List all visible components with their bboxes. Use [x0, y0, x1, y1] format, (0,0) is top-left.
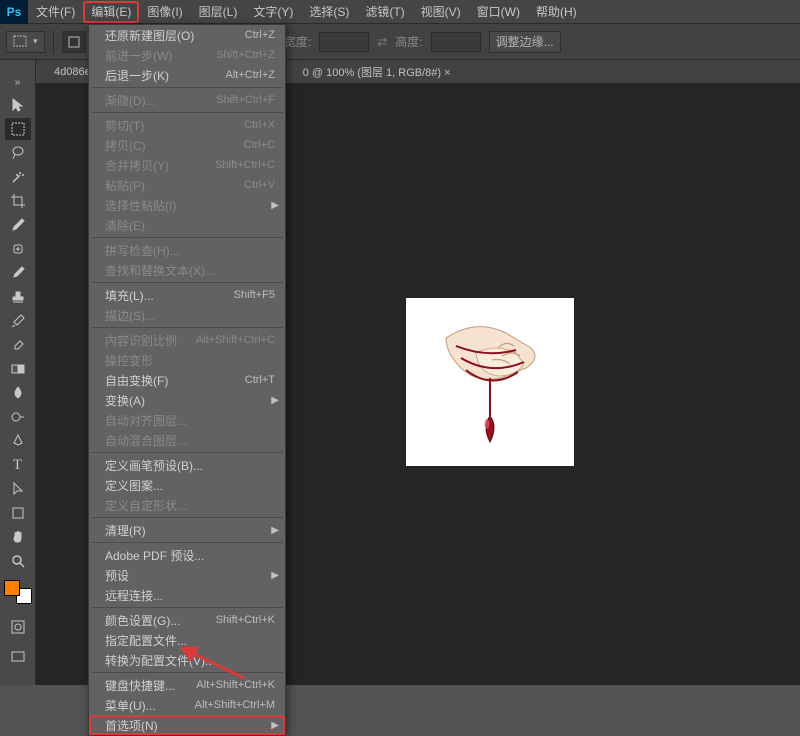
- color-swatch[interactable]: [4, 580, 32, 604]
- menu-文件(F)[interactable]: 文件(F): [28, 0, 83, 24]
- path-select-tool[interactable]: [5, 478, 31, 500]
- tool-panel: » T: [0, 60, 36, 685]
- height-label: 高度:: [395, 33, 422, 50]
- menuitem-清理(R)[interactable]: 清理(R)▶: [89, 520, 285, 540]
- menu-图像(I)[interactable]: 图像(I): [139, 0, 190, 24]
- menu-帮助(H)[interactable]: 帮助(H): [528, 0, 585, 24]
- menuitem-Adobe PDF 预设...[interactable]: Adobe PDF 预设...: [89, 545, 285, 565]
- width-input: [319, 32, 369, 52]
- menuitem-定义自定形状...: 定义自定形状...: [89, 495, 285, 515]
- screenmode-tool[interactable]: [5, 646, 31, 668]
- menuitem-操控变形: 操控变形: [89, 350, 285, 370]
- menu-bar: Ps 文件(F)编辑(E)图像(I)图层(L)文字(Y)选择(S)滤镜(T)视图…: [0, 0, 800, 24]
- app-logo: Ps: [0, 0, 28, 24]
- menuitem-预设[interactable]: 预设▶: [89, 565, 285, 585]
- menu-编辑(E)[interactable]: 编辑(E): [83, 1, 139, 23]
- menu-separator: [91, 87, 283, 88]
- brush-tool[interactable]: [5, 262, 31, 284]
- menuitem-内容识别比例: 内容识别比例Alt+Shift+Ctrl+C: [89, 330, 285, 350]
- marquee-tool[interactable]: [5, 118, 31, 140]
- collapse-tools-icon[interactable]: »: [8, 76, 28, 88]
- height-input: [431, 32, 481, 52]
- menuitem-拼写检查(H)...: 拼写检查(H)...: [89, 240, 285, 260]
- menu-separator: [91, 282, 283, 283]
- menuitem-描边(S)...: 描边(S)...: [89, 305, 285, 325]
- zoom-tool[interactable]: [5, 550, 31, 572]
- marquee-tool-preset[interactable]: ▾: [6, 31, 45, 53]
- stamp-tool[interactable]: [5, 286, 31, 308]
- menuitem-前进一步(W): 前进一步(W)Shift+Ctrl+Z: [89, 45, 285, 65]
- shape-tool[interactable]: [5, 502, 31, 524]
- crop-tool[interactable]: [5, 190, 31, 212]
- menu-separator: [91, 327, 283, 328]
- menu-separator: [91, 452, 283, 453]
- refine-edge-button[interactable]: 调整边缘...: [489, 31, 561, 53]
- menuitem-自由变换(F)[interactable]: 自由变换(F)Ctrl+T: [89, 370, 285, 390]
- menuitem-渐隐(D)...: 渐隐(D)...Shift+Ctrl+F: [89, 90, 285, 110]
- marquee-icon: [13, 35, 29, 49]
- blur-tool[interactable]: [5, 382, 31, 404]
- width-label: 宽度:: [284, 33, 311, 50]
- menu-separator: [91, 112, 283, 113]
- menuitem-菜单(U)...[interactable]: 菜单(U)...Alt+Shift+Ctrl+M: [89, 695, 285, 715]
- menuitem-合并拷贝(Y): 合并拷贝(Y)Shift+Ctrl+C: [89, 155, 285, 175]
- gradient-tool[interactable]: [5, 358, 31, 380]
- healing-tool[interactable]: [5, 238, 31, 260]
- canvas-image: [406, 298, 574, 466]
- menuitem-自动混合图层...: 自动混合图层...: [89, 430, 285, 450]
- menuitem-定义图案...[interactable]: 定义图案...: [89, 475, 285, 495]
- menuitem-填充(L)...[interactable]: 填充(L)...Shift+F5: [89, 285, 285, 305]
- menuitem-首选项(N)[interactable]: 首选项(N)▶: [89, 715, 285, 735]
- menu-滤镜(T)[interactable]: 滤镜(T): [357, 0, 412, 24]
- menuitem-自动对齐图层...: 自动对齐图层...: [89, 410, 285, 430]
- menu-items: 文件(F)编辑(E)图像(I)图层(L)文字(Y)选择(S)滤镜(T)视图(V)…: [28, 0, 585, 24]
- menuitem-远程连接...[interactable]: 远程连接...: [89, 585, 285, 605]
- menu-图层(L)[interactable]: 图层(L): [191, 0, 246, 24]
- menuitem-粘贴(P): 粘贴(P)Ctrl+V: [89, 175, 285, 195]
- swap-icon: ⇄: [377, 35, 387, 49]
- menuitem-后退一步(K)[interactable]: 后退一步(K)Alt+Ctrl+Z: [89, 65, 285, 85]
- menuitem-变换(A)[interactable]: 变换(A)▶: [89, 390, 285, 410]
- move-tool[interactable]: [5, 94, 31, 116]
- sel-new[interactable]: [62, 31, 86, 53]
- menu-窗口(W)[interactable]: 窗口(W): [469, 0, 528, 24]
- menuitem-清除(E): 清除(E): [89, 215, 285, 235]
- menuitem-剪切(T): 剪切(T)Ctrl+X: [89, 115, 285, 135]
- menuitem-选择性粘贴(I): 选择性粘贴(I)▶: [89, 195, 285, 215]
- menu-文字(Y)[interactable]: 文字(Y): [245, 0, 301, 24]
- annotation-arrow: [184, 646, 254, 691]
- dodge-tool[interactable]: [5, 406, 31, 428]
- eyedropper-tool[interactable]: [5, 214, 31, 236]
- eraser-tool[interactable]: [5, 334, 31, 356]
- type-tool[interactable]: T: [5, 454, 31, 476]
- history-brush-tool[interactable]: [5, 310, 31, 332]
- menu-separator: [91, 517, 283, 518]
- menu-视图(V)[interactable]: 视图(V): [413, 0, 469, 24]
- menuitem-查找和替换文本(X)...: 查找和替换文本(X)...: [89, 260, 285, 280]
- menuitem-颜色设置(G)...[interactable]: 颜色设置(G)...Shift+Ctrl+K: [89, 610, 285, 630]
- wand-tool[interactable]: [5, 166, 31, 188]
- menu-separator: [91, 607, 283, 608]
- pen-tool[interactable]: [5, 430, 31, 452]
- menuitem-拷贝(C): 拷贝(C)Ctrl+C: [89, 135, 285, 155]
- edit-menu-dropdown: 还原新建图层(O)Ctrl+Z前进一步(W)Shift+Ctrl+Z后退一步(K…: [88, 24, 286, 736]
- menuitem-还原新建图层(O)[interactable]: 还原新建图层(O)Ctrl+Z: [89, 25, 285, 45]
- hand-tool[interactable]: [5, 526, 31, 548]
- menu-separator: [91, 542, 283, 543]
- menuitem-定义画笔预设(B)...[interactable]: 定义画笔预设(B)...: [89, 455, 285, 475]
- menu-选择(S)[interactable]: 选择(S): [301, 0, 357, 24]
- menu-separator: [91, 237, 283, 238]
- quickmask-tool[interactable]: [5, 616, 31, 638]
- fg-color[interactable]: [4, 580, 20, 596]
- lasso-tool[interactable]: [5, 142, 31, 164]
